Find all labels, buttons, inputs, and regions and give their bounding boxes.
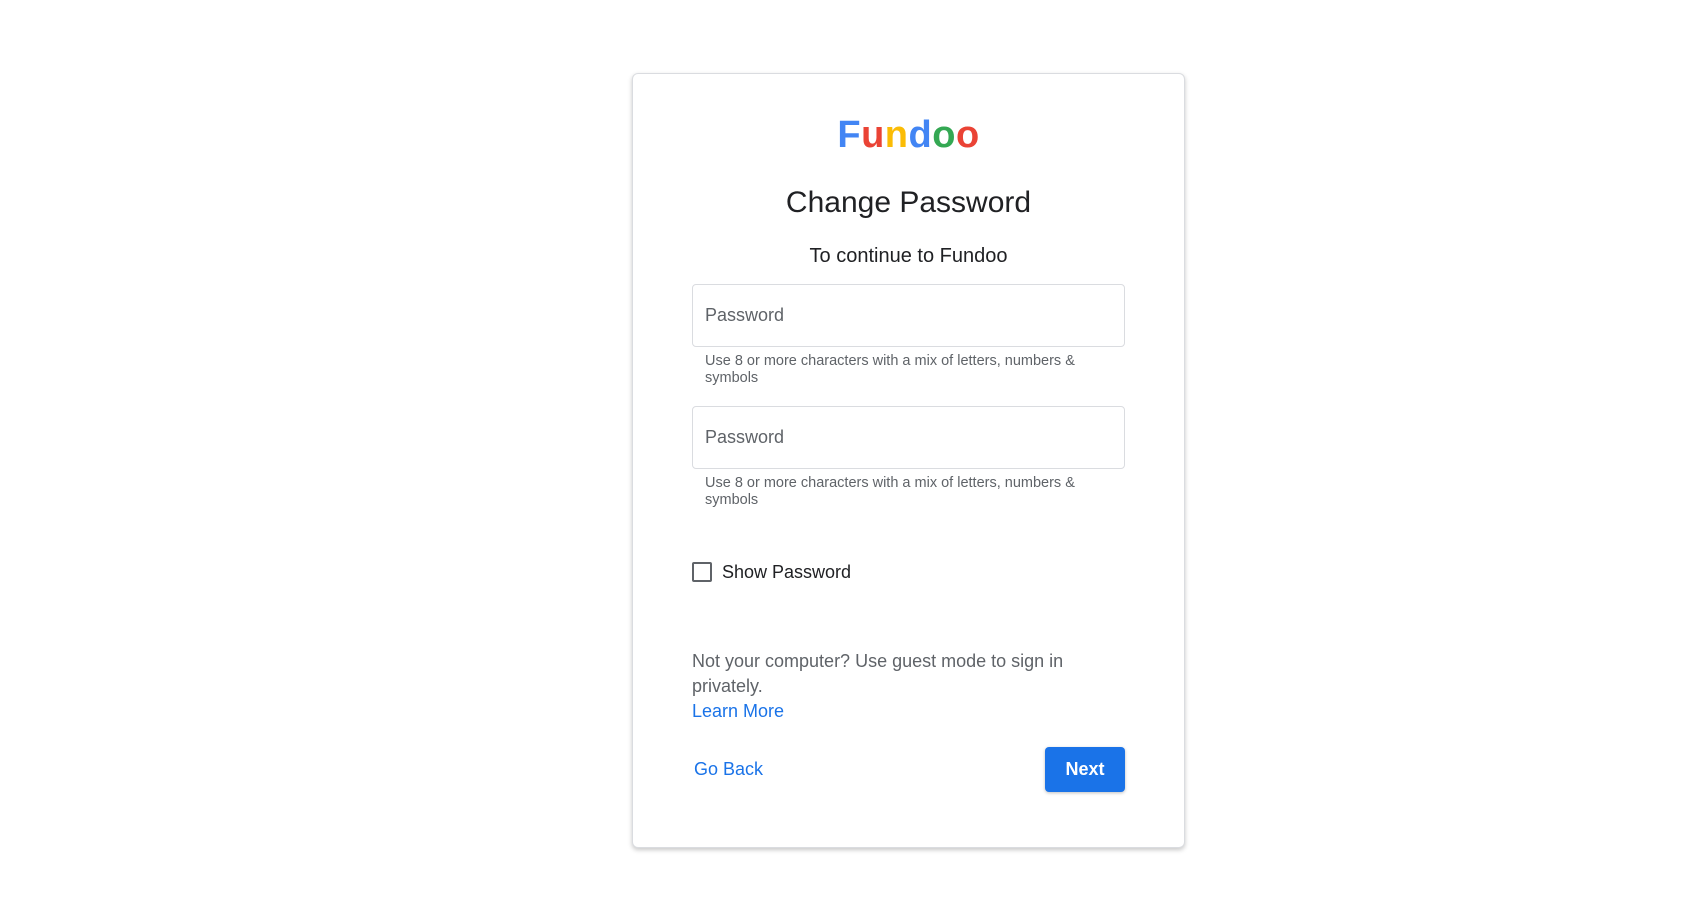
- show-password-label: Show Password: [722, 561, 852, 582]
- password-input[interactable]: [693, 285, 1124, 346]
- fundoo-logo: Fundoo: [633, 116, 1184, 154]
- confirm-password-hint: Use 8 or more characters with a mix of l…: [705, 475, 1075, 508]
- password-hint: Use 8 or more characters with a mix of l…: [705, 353, 1075, 386]
- show-password-checkbox[interactable]: [692, 562, 712, 582]
- change-password-card: Fundoo Change Password To continue to Fu…: [632, 73, 1185, 848]
- guest-mode-notice: Not your computer? Use guest mode to sig…: [692, 649, 1132, 724]
- confirm-password-field[interactable]: [692, 406, 1125, 469]
- go-back-button[interactable]: Go Back: [694, 759, 763, 780]
- password-field[interactable]: [692, 284, 1125, 347]
- learn-more-link[interactable]: Learn More: [692, 699, 784, 724]
- logo-letter: n: [884, 114, 909, 156]
- logo-letter: d: [908, 114, 933, 156]
- show-password-toggle[interactable]: Show Password: [692, 561, 851, 583]
- next-button[interactable]: Next: [1045, 747, 1125, 792]
- logo-letter: o: [955, 114, 980, 156]
- confirm-password-input[interactable]: [693, 407, 1124, 468]
- logo-letter: F: [837, 114, 862, 156]
- page-subtitle: To continue to Fundoo: [809, 245, 1008, 267]
- page-title: Change Password: [785, 186, 1032, 219]
- guest-mode-text: Not your computer? Use guest mode to sig…: [692, 651, 1064, 696]
- logo-letter: u: [861, 114, 885, 156]
- logo-letter: o: [932, 114, 956, 156]
